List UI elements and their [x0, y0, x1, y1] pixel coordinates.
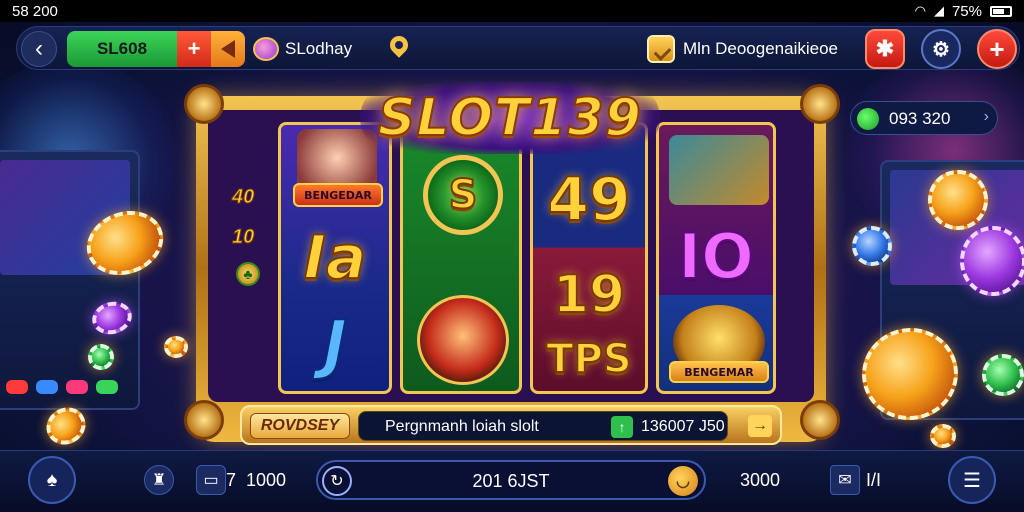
info-message-box: Pergnmanh loiah slolt ↑ 136007 J50: [358, 411, 728, 441]
tag-icon[interactable]: [211, 31, 245, 67]
spin-bar[interactable]: ↻ 201 6JST ◡: [316, 460, 706, 500]
treasure-symbol: [669, 135, 769, 205]
back-button[interactable]: ‹: [21, 31, 57, 67]
flying-chip-icon: [930, 424, 956, 448]
secondary-balance-value: 093 320: [889, 109, 951, 128]
wifi-icon: ◠: [914, 3, 926, 18]
battery-percent: 75%: [951, 2, 982, 20]
monster-banner: BENGEMAR: [669, 361, 769, 383]
bell-icon[interactable]: ♜: [144, 465, 174, 495]
reel-3: 49 19 TPS: [530, 122, 648, 394]
reel-symbol: IO: [677, 219, 755, 294]
frame-ornament: [800, 400, 840, 440]
frame-ornament: [184, 84, 224, 124]
wheel-letter: S: [448, 171, 479, 219]
wallet-label: 7: [226, 470, 237, 490]
frame-ornament: [184, 400, 224, 440]
username: SLodhay: [285, 39, 353, 58]
reel-1: BENGEDAR Ia J: [278, 122, 392, 394]
balance-pill[interactable]: SL608: [67, 31, 177, 67]
menu-icon[interactable]: ☰: [948, 456, 996, 504]
signal-icon: ◢: [933, 3, 944, 18]
promo-text[interactable]: Mln Deoogenaikieoe: [683, 39, 838, 59]
reel-symbol: J: [322, 307, 348, 383]
star-burst-icon[interactable]: ✱: [865, 29, 905, 69]
spade-icon[interactable]: ♠: [28, 456, 76, 504]
battery-icon: [990, 5, 1012, 17]
frame-ornament: [800, 84, 840, 124]
gear-icon[interactable]: ⚙: [921, 29, 961, 69]
flying-chip-icon: [960, 226, 1024, 296]
add-funds-button[interactable]: +: [177, 31, 211, 67]
reel-symbol: Ia: [303, 222, 368, 294]
mail-icon[interactable]: ✉: [830, 465, 860, 495]
win-icon: ↑: [611, 416, 633, 438]
mail-label: I/I: [866, 470, 882, 490]
info-bar: ROVDSEY Pergnmanh loiah slolt ↑ 136007 J…: [240, 405, 782, 445]
reel-2: S: [400, 122, 522, 394]
bet-value: 3000: [740, 470, 781, 490]
flying-chip-icon: [928, 170, 988, 230]
info-next-button[interactable]: →: [748, 415, 772, 437]
wheel-symbol: S: [423, 155, 503, 235]
flying-chip-icon: [88, 344, 114, 370]
reel-4: IO BENGEMAR: [656, 122, 776, 394]
secondary-balance-pill[interactable]: 093 320 ›: [850, 101, 998, 135]
flying-chip-icon: [982, 354, 1024, 396]
reel-symbol: 49: [546, 164, 632, 236]
info-tag[interactable]: ROVDSEY: [250, 413, 350, 439]
reel-symbol: 19: [552, 264, 626, 326]
flying-chip-icon: [164, 336, 188, 358]
spin-value: 201 6JST: [472, 471, 550, 491]
wallet-icon[interactable]: ▭: [196, 465, 226, 495]
flying-chip-icon: [852, 226, 892, 266]
coin-icon[interactable]: ◡: [668, 466, 698, 496]
info-message: Pergnmanh loiah slolt: [385, 418, 539, 435]
cannon-character-symbol: [417, 295, 509, 385]
status-bar: 58 200 ◠ ◢ 75%: [0, 0, 1024, 22]
location-pin-icon[interactable]: [386, 32, 412, 62]
promo-icon[interactable]: [647, 35, 675, 63]
character-banner: BENGEDAR: [293, 183, 383, 207]
slot-game-screen: 58 200 ◠ ◢ 75% ‹ SL608 + SLodhay Mln Deo…: [0, 0, 1024, 512]
background-slot-machine-left: [0, 150, 140, 410]
clover-icon: ♣: [236, 262, 260, 286]
payline-indicator: 10: [231, 226, 255, 249]
chevron-right-icon: ›: [983, 108, 989, 125]
game-logo: SLOT139: [360, 82, 660, 154]
win-value: 136007 J50: [641, 418, 725, 435]
green-dot-icon: [857, 108, 879, 130]
wallet-value: 1000: [246, 470, 287, 490]
game-title: SLOT139: [377, 87, 642, 149]
reel-symbol: TPS: [545, 335, 632, 383]
payline-indicator: 40: [231, 186, 255, 209]
top-bar: ‹ SL608 + SLodhay Mln Deoogenaikieoe ✱ ⚙…: [16, 26, 1020, 70]
status-time: 58 200: [12, 2, 58, 20]
arrow-left-icon: ‹: [35, 35, 43, 62]
avatar-icon[interactable]: [253, 37, 279, 61]
plus-round-button[interactable]: +: [977, 29, 1017, 69]
